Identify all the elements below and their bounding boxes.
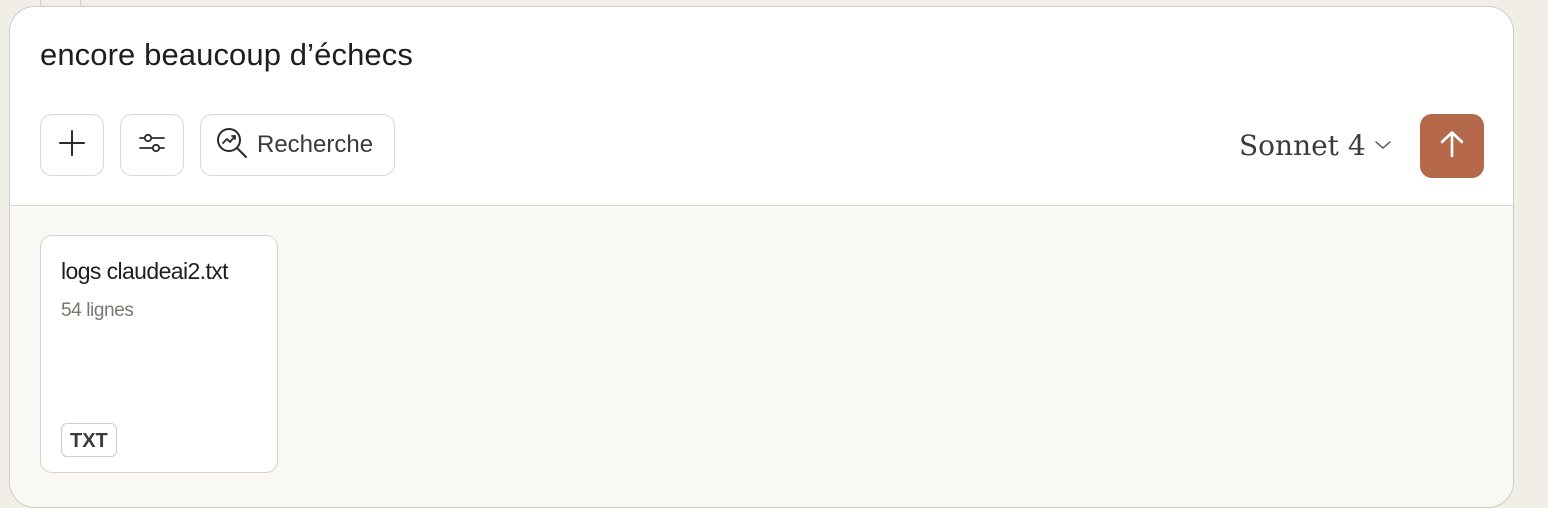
- chevron-down-icon: [1374, 138, 1392, 156]
- prompt-input[interactable]: encore beaucoup d’échecs: [40, 37, 413, 73]
- attachment-name: logs claudeai2.txt: [61, 258, 229, 284]
- tools-settings-button[interactable]: [120, 114, 184, 176]
- message-composer: encore beaucoup d’échecs Recherche Sonne…: [9, 6, 1514, 508]
- model-label: Sonnet 4: [1239, 128, 1366, 162]
- search-trend-icon: [215, 126, 249, 165]
- file-type-badge: TXT: [61, 423, 117, 457]
- model-selector[interactable]: Sonnet 4: [1239, 125, 1392, 165]
- add-attachment-button[interactable]: [40, 114, 104, 176]
- sliders-icon: [137, 128, 167, 163]
- attachment-card[interactable]: logs claudeai2.txt 54 lignes TXT: [40, 235, 278, 473]
- research-label: Recherche: [257, 131, 374, 158]
- composer-input-area: encore beaucoup d’échecs Recherche Sonne…: [10, 7, 1513, 206]
- send-button[interactable]: [1420, 114, 1484, 178]
- arrow-up-icon: [1437, 129, 1467, 164]
- plus-icon: [58, 129, 86, 162]
- attachment-line-count: 54 lignes: [61, 300, 134, 321]
- research-button[interactable]: Recherche: [200, 114, 395, 176]
